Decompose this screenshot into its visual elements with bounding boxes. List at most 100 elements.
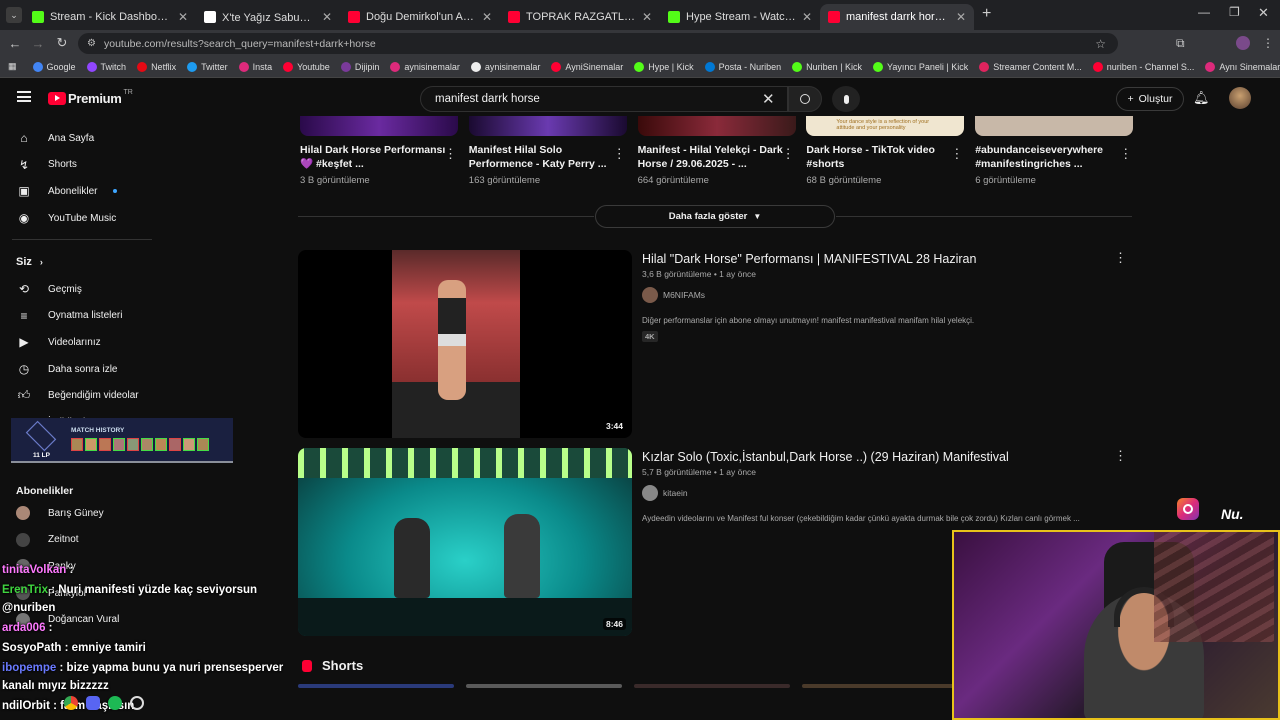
more-options-icon[interactable]: ⋮ bbox=[1114, 448, 1127, 464]
bookmark-item[interactable]: Netflix bbox=[137, 61, 177, 72]
discord-icon[interactable] bbox=[86, 696, 100, 710]
sidebar-item[interactable]: ◉ YouTube Music bbox=[16, 205, 116, 231]
more-options-icon[interactable]: ⋮ bbox=[1119, 146, 1132, 162]
clear-search-icon[interactable]: ✕ bbox=[762, 90, 775, 108]
tab-close-icon[interactable]: ✕ bbox=[802, 10, 812, 24]
sidebar-item[interactable]: ≡ Oynatma listeleri bbox=[16, 303, 122, 329]
bookmark-item[interactable]: Google bbox=[32, 61, 76, 72]
bookmark-item[interactable]: aynisinemalar bbox=[470, 61, 540, 72]
short-thumbnail[interactable] bbox=[300, 116, 458, 136]
close-window-button[interactable]: ✕ bbox=[1258, 5, 1269, 21]
short-title[interactable]: Hilal Dark Horse Performansı 💜 #keşfet .… bbox=[300, 143, 450, 171]
video-channel[interactable]: kitaein bbox=[642, 485, 688, 501]
browser-tab[interactable]: Hype Stream - Watch Live on K ✕ bbox=[660, 4, 820, 30]
short-title[interactable]: Manifest Hilal Solo Performence - Katy P… bbox=[469, 143, 619, 171]
chrome-icon[interactable] bbox=[64, 696, 78, 710]
sidebar-item[interactable]: ◷ Daha sonra izle bbox=[16, 356, 118, 382]
bookmark-item[interactable]: Insta bbox=[238, 61, 272, 72]
sidebar-item[interactable]: ⟲ Geçmiş bbox=[16, 276, 82, 302]
browser-tab[interactable]: manifest darrk horse - YouTube ✕ bbox=[820, 4, 974, 30]
short-thumbnail[interactable]: Your dance style is a reflection of your… bbox=[806, 116, 965, 136]
bookmark-item[interactable]: Hype | Kick bbox=[634, 61, 694, 72]
url-field[interactable]: ⚙ youtube.com/results?search_query=manif… bbox=[78, 33, 1118, 54]
short-title[interactable]: #abundanceiseverywhere #manifestingriche… bbox=[975, 143, 1125, 171]
video-title[interactable]: Kızlar Solo (Toxic,İstanbul,Dark Horse .… bbox=[642, 450, 1009, 464]
more-options-icon[interactable]: ⋮ bbox=[613, 146, 626, 162]
profile-icon[interactable] bbox=[1236, 36, 1250, 50]
search-input[interactable]: manifest darrk horse bbox=[420, 86, 788, 112]
youtube-logo[interactable]: Premium TR bbox=[48, 89, 133, 106]
bookmark-item[interactable]: aynisinemalar bbox=[390, 61, 460, 72]
you-header[interactable]: Siz › bbox=[16, 249, 43, 275]
search-button[interactable] bbox=[788, 86, 822, 112]
bookmark-star-icon[interactable]: ☆ bbox=[1095, 37, 1106, 51]
browser-tab[interactable]: X'te Yağız Sabuncuoğlu: "👗 Bı ✕ bbox=[196, 4, 340, 30]
bookmark-item[interactable]: Twitter bbox=[187, 61, 228, 72]
extensions-icon[interactable]: ⧉ bbox=[1176, 36, 1185, 51]
subscription-item[interactable]: Barış Güney bbox=[16, 500, 104, 526]
more-options-icon[interactable]: ⋮ bbox=[950, 146, 963, 162]
video-thumbnail[interactable]: 3:44 bbox=[298, 250, 632, 438]
bookmark-item[interactable]: Streamer Content M... bbox=[979, 61, 1082, 72]
tab-close-icon[interactable]: ✕ bbox=[178, 10, 188, 24]
short-thumbnail[interactable] bbox=[975, 116, 1134, 136]
more-options-icon[interactable]: ⋮ bbox=[1114, 250, 1127, 266]
bookmark-item[interactable]: nuriben - Channel S... bbox=[1092, 61, 1194, 72]
bookmark-item[interactable]: Dijipin bbox=[340, 61, 379, 72]
create-button[interactable]: + Oluştur bbox=[1116, 87, 1184, 111]
bookmark-item[interactable]: Nuriben | Kick bbox=[792, 61, 862, 72]
video-channel[interactable]: M6NIFAMs bbox=[642, 287, 705, 303]
menu-icon[interactable]: ⋮ bbox=[1262, 36, 1274, 50]
sidebar-item[interactable]: ↯ Shorts bbox=[16, 152, 77, 178]
bookmark-item[interactable]: Twitch bbox=[86, 61, 126, 72]
bookmark-item[interactable]: Youtube bbox=[283, 61, 330, 72]
voice-search-button[interactable] bbox=[832, 86, 860, 112]
bookmark-item[interactable]: Posta - Nuriben bbox=[704, 61, 781, 72]
tab-close-icon[interactable]: ✕ bbox=[322, 10, 332, 24]
more-options-icon[interactable]: ⋮ bbox=[782, 146, 795, 162]
crowd bbox=[298, 598, 632, 636]
sidebar-item[interactable]: ▣ Abonelikler bbox=[16, 178, 118, 204]
notifications-bell-icon[interactable]: 🔔︎ bbox=[1193, 90, 1210, 106]
maximize-button[interactable]: ❐ bbox=[1229, 5, 1240, 19]
more-options-icon[interactable]: ⋮ bbox=[444, 146, 457, 162]
tab-close-icon[interactable]: ✕ bbox=[482, 10, 492, 24]
apps-grid-icon[interactable]: ▦ bbox=[8, 61, 17, 72]
site-info-icon[interactable]: ⚙ bbox=[87, 38, 96, 49]
forward-icon[interactable]: → bbox=[26, 36, 50, 51]
bookmark-item[interactable]: Aynı Sinemalar - Ça... bbox=[1205, 61, 1280, 72]
tab-close-icon[interactable]: ✕ bbox=[956, 10, 966, 24]
short-title[interactable]: Dark Horse - TikTok video #shorts bbox=[806, 143, 956, 171]
reload-icon[interactable]: ↻ bbox=[50, 35, 74, 51]
browser-tab[interactable]: Stream - Kick Dashboard ✕ bbox=[24, 4, 196, 30]
tab-close-icon[interactable]: ✕ bbox=[642, 10, 652, 24]
video-title[interactable]: Hilal "Dark Horse" Performansı | MANIFES… bbox=[642, 252, 976, 266]
obs-icon[interactable] bbox=[130, 696, 144, 710]
taskbar-icons bbox=[64, 696, 144, 710]
sidebar-item[interactable]: ⌂ Ana Sayfa bbox=[16, 125, 94, 151]
show-more-button[interactable]: Daha fazla göster ▼ bbox=[595, 205, 835, 228]
spotify-icon[interactable] bbox=[108, 696, 122, 710]
short-thumbnail[interactable] bbox=[468, 116, 627, 136]
video-description: Aydeedin videolarını ve Manifest ful kon… bbox=[642, 514, 1080, 523]
new-tab-button[interactable]: + bbox=[982, 5, 991, 23]
short-thumbnail[interactable] bbox=[637, 116, 796, 136]
browser-tab[interactable]: TOPRAK RAZGATLIOĞLU PİST 2 ✕ bbox=[500, 4, 660, 30]
channel-avatar bbox=[642, 287, 658, 303]
back-icon[interactable]: ← bbox=[3, 36, 27, 51]
chat-message: @nuriben bbox=[2, 602, 55, 614]
short-title[interactable]: Manifest - Hilal Yelekçi - Dark Horse / … bbox=[638, 143, 788, 171]
sidebar-item[interactable]: ▶ Videolarınız bbox=[16, 329, 100, 355]
tab-search-icon[interactable]: ⌄ bbox=[6, 7, 22, 23]
video-thumbnail[interactable]: 8:46 bbox=[298, 448, 632, 636]
sidebar-item[interactable]: 👍︎ Beğendiğim videolar bbox=[16, 383, 139, 409]
account-avatar[interactable] bbox=[1229, 87, 1251, 109]
bookmark-item[interactable]: AyniSinemalar bbox=[551, 61, 623, 72]
bookmark-label: Netflix bbox=[151, 61, 177, 72]
minimize-button[interactable]: — bbox=[1198, 5, 1210, 19]
browser-tab[interactable]: Doğu Demirkol'un Arabaları! | E ✕ bbox=[340, 4, 500, 30]
hamburger-menu-icon[interactable] bbox=[17, 91, 31, 102]
tab-title: Doğu Demirkol'un Arabaları! | E bbox=[366, 11, 476, 23]
bookmark-item[interactable]: Yayıncı Paneli | Kick bbox=[873, 61, 968, 72]
subscription-item[interactable]: Zeitnot bbox=[16, 527, 79, 553]
